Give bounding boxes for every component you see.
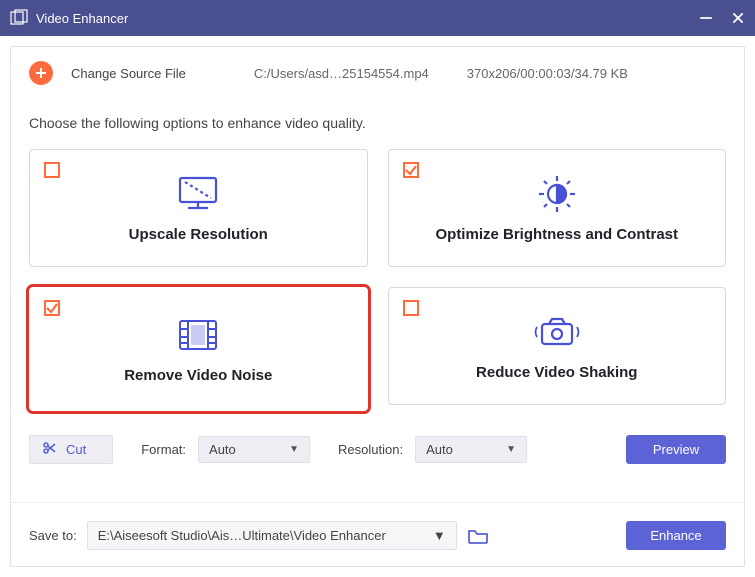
scissors-icon: [42, 441, 56, 458]
checkbox-unchecked-icon[interactable]: [44, 162, 60, 178]
window-title: Video Enhancer: [36, 11, 699, 26]
source-row: Change Source File C:/Users/asd…25154554…: [11, 47, 744, 103]
option-cards: Upscale Resolution Optimize Brightness a…: [11, 149, 744, 429]
checkbox-checked-icon[interactable]: [44, 300, 60, 316]
card-optimize-brightness[interactable]: Optimize Brightness and Contrast: [388, 149, 727, 267]
card-label: Optimize Brightness and Contrast: [435, 226, 678, 243]
resolution-dropdown[interactable]: Auto ▼: [415, 436, 527, 463]
source-meta: 370x206/00:00:03/34.79 KB: [467, 66, 628, 81]
save-to-label: Save to:: [29, 528, 77, 543]
app-icon: [10, 9, 28, 27]
resolution-value: Auto: [426, 442, 453, 457]
close-button[interactable]: [731, 11, 745, 25]
checkbox-unchecked-icon[interactable]: [403, 300, 419, 316]
save-path-value: E:\Aiseesoft Studio\Ais…Ultimate\Video E…: [98, 528, 386, 543]
chevron-down-icon: ▼: [506, 444, 516, 455]
format-value: Auto: [209, 442, 236, 457]
card-reduce-video-shaking[interactable]: Reduce Video Shaking: [388, 287, 727, 405]
card-remove-video-noise[interactable]: Remove Video Noise: [29, 287, 368, 411]
card-upscale-resolution[interactable]: Upscale Resolution: [29, 149, 368, 267]
card-label: Upscale Resolution: [129, 226, 268, 243]
preview-button[interactable]: Preview: [626, 435, 726, 464]
card-label: Remove Video Noise: [124, 367, 272, 384]
minimize-button[interactable]: [699, 11, 713, 25]
toolbar: Cut Format: Auto ▼ Resolution: Auto ▼ Pr…: [11, 429, 744, 478]
add-source-button[interactable]: [29, 61, 53, 85]
cut-label: Cut: [66, 442, 86, 457]
checkbox-checked-icon[interactable]: [403, 162, 419, 178]
film-noise-icon: [170, 315, 226, 355]
card-label: Reduce Video Shaking: [476, 364, 637, 381]
resolution-label: Resolution:: [338, 442, 403, 457]
main-panel: Change Source File C:/Users/asd…25154554…: [10, 46, 745, 567]
open-folder-button[interactable]: [467, 527, 489, 545]
monitor-icon: [170, 174, 226, 214]
titlebar: Video Enhancer: [0, 0, 755, 36]
camera-shake-icon: [529, 312, 585, 352]
cut-button[interactable]: Cut: [29, 435, 113, 464]
instruction-text: Choose the following options to enhance …: [11, 103, 744, 149]
source-path: C:/Users/asd…25154554.mp4: [254, 66, 429, 81]
enhance-button[interactable]: Enhance: [626, 521, 726, 550]
save-row: Save to: E:\Aiseesoft Studio\Ais…Ultimat…: [11, 502, 744, 566]
format-dropdown[interactable]: Auto ▼: [198, 436, 310, 463]
format-label: Format:: [141, 442, 186, 457]
save-path-dropdown[interactable]: E:\Aiseesoft Studio\Ais…Ultimate\Video E…: [87, 521, 457, 550]
chevron-down-icon: ▼: [289, 444, 299, 455]
chevron-down-icon: ▼: [433, 528, 446, 543]
brightness-icon: [529, 174, 585, 214]
change-source-link[interactable]: Change Source File: [71, 66, 186, 81]
